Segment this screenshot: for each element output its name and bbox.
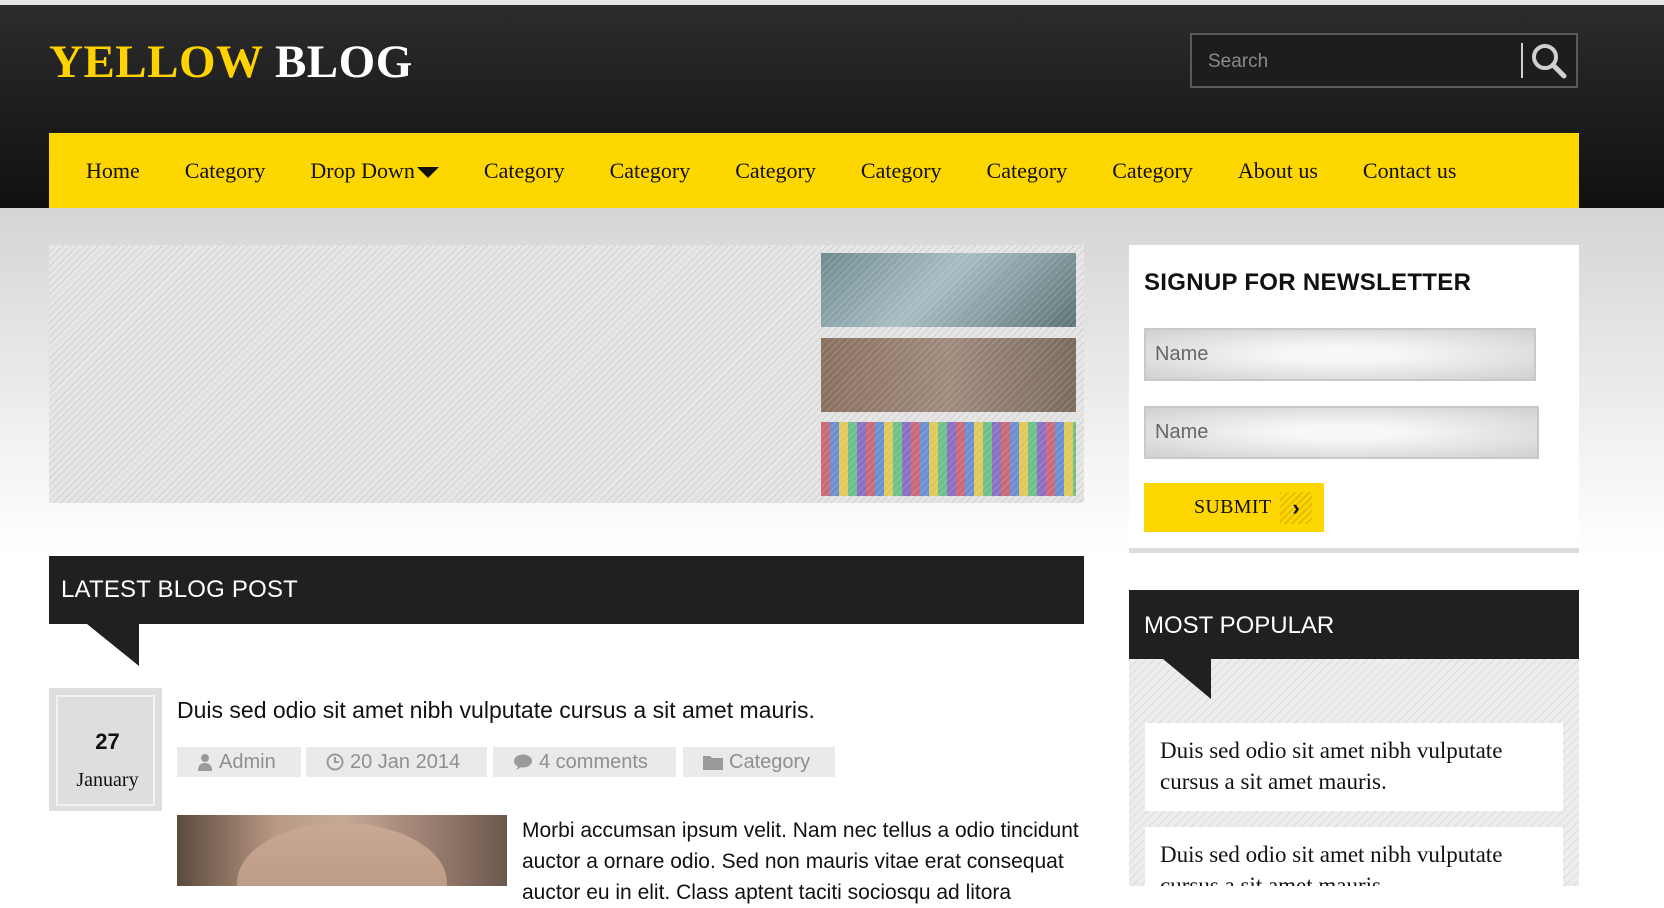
search-box xyxy=(1190,33,1578,88)
latest-posts-title: LATEST BLOG POST xyxy=(61,576,299,603)
post-thumbnail-face xyxy=(237,823,447,886)
nav-item-home[interactable]: Home xyxy=(86,158,140,184)
post-comments-text: 4 comments xyxy=(539,750,648,773)
site-logo[interactable]: YELLOW BLOG xyxy=(49,35,413,89)
nav-item-about[interactable]: About us xyxy=(1238,158,1318,184)
post-date: 20 Jan 2014 xyxy=(306,747,487,777)
logo-blog-text: BLOG xyxy=(274,36,413,88)
popular-item[interactable]: Duis sed odio sit amet nibh vulputate cu… xyxy=(1145,723,1563,811)
post-comments[interactable]: 4 comments xyxy=(493,747,676,777)
nav-item-category[interactable]: Category xyxy=(610,158,691,184)
slider-thumbnail[interactable] xyxy=(821,253,1076,327)
nav-item-category[interactable]: Category xyxy=(735,158,816,184)
caret-down-icon xyxy=(416,167,439,178)
post-date-text: 20 Jan 2014 xyxy=(350,750,461,773)
post-category-text: Category xyxy=(729,750,811,773)
search-button[interactable] xyxy=(1526,39,1570,83)
post-author-name: Admin xyxy=(219,750,276,773)
search-input[interactable] xyxy=(1192,35,1530,88)
post-month: January xyxy=(76,769,139,791)
submit-label: SUBMIT xyxy=(1194,496,1272,518)
user-icon xyxy=(198,754,212,771)
popular-item[interactable]: Duis sed odio sit amet nibh vulputate cu… xyxy=(1145,827,1563,886)
post-date-frame: 27 January xyxy=(56,695,155,806)
logo-yellow-text: YELLOW xyxy=(49,36,263,88)
clock-icon xyxy=(326,753,344,771)
post-thumbnail[interactable] xyxy=(177,815,507,886)
slider-thumbnail[interactable] xyxy=(821,338,1076,412)
most-popular-title: MOST POPULAR xyxy=(1144,612,1335,639)
search-icon xyxy=(1532,44,1567,79)
heading-pointer xyxy=(87,624,139,666)
comment-icon xyxy=(514,754,532,770)
nav-item-category[interactable]: Category xyxy=(987,158,1068,184)
nav-item-category[interactable]: Category xyxy=(484,158,565,184)
newsletter-name-field[interactable] xyxy=(1144,328,1536,381)
newsletter-widget: SIGNUP FOR NEWSLETTER SUBMIT › xyxy=(1129,245,1579,553)
search-divider xyxy=(1521,43,1523,78)
nav-item-drop-down[interactable]: Drop Down xyxy=(310,158,439,184)
post-category[interactable]: Category xyxy=(683,747,835,777)
nav-item-category[interactable]: Category xyxy=(861,158,942,184)
nav-item-category[interactable]: Category xyxy=(1112,158,1193,184)
post-title[interactable]: Duis sed odio sit amet nibh vulputate cu… xyxy=(177,697,815,724)
latest-posts-heading: LATEST BLOG POST xyxy=(49,556,1084,624)
newsletter-name-field[interactable] xyxy=(1144,406,1539,459)
chevron-right-icon: › xyxy=(1280,492,1312,524)
most-popular-heading: MOST POPULAR xyxy=(1129,590,1579,659)
main-nav: Home Category Drop Down Category Categor… xyxy=(49,133,1579,208)
nav-item-drop-down-label: Drop Down xyxy=(310,157,415,183)
post-day: 27 xyxy=(95,729,120,754)
nav-item-category[interactable]: Category xyxy=(185,158,266,184)
post-date-badge: 27 January xyxy=(49,688,162,811)
newsletter-title: SIGNUP FOR NEWSLETTER xyxy=(1144,269,1472,296)
post-author[interactable]: Admin xyxy=(177,747,301,777)
post-excerpt: Morbi accumsan ipsum velit. Nam nec tell… xyxy=(522,819,1079,904)
heading-pointer xyxy=(1163,659,1211,699)
nav-item-contact[interactable]: Contact us xyxy=(1363,158,1457,184)
folder-icon xyxy=(703,756,723,770)
newsletter-submit-button[interactable]: SUBMIT › xyxy=(1144,483,1324,532)
slider-thumbnail[interactable] xyxy=(821,422,1076,496)
